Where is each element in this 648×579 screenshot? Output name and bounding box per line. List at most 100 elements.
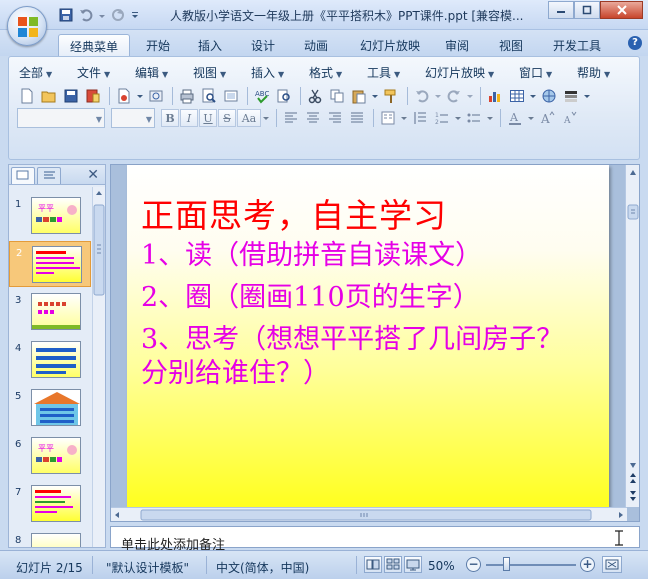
grayscale-icon[interactable] <box>561 86 581 106</box>
notes-pane[interactable]: 单击此处添加备注 <box>110 526 640 553</box>
slide-canvas[interactable]: 正面思考，自主学习 1、读（借助拼音自读课文） 2、圈（圈画110页的生字） 3… <box>127 165 609 507</box>
close-pane-icon[interactable]: ✕ <box>87 167 99 183</box>
menu-window[interactable]: 窗口 ▼ <box>519 64 552 81</box>
slide-body-line-4[interactable]: 分别给谁住？） <box>141 351 330 390</box>
slide-show-view-button[interactable] <box>404 556 422 573</box>
slide-vertical-scrollbar[interactable] <box>625 165 639 507</box>
format-painter-icon[interactable] <box>381 86 401 106</box>
shrink-font-icon[interactable]: A <box>559 108 579 128</box>
tab-home[interactable]: 开始 <box>138 34 178 56</box>
chevron-down-icon[interactable] <box>466 86 474 106</box>
slide-body-line-2[interactable]: 2、圈（圈画110页的生字） <box>141 275 480 314</box>
tab-classic-menu[interactable]: 经典菜单 <box>58 34 130 56</box>
print-preview-icon[interactable] <box>199 86 219 106</box>
menu-edit[interactable]: 编辑 ▼ <box>135 64 168 81</box>
zoom-out-button[interactable]: − <box>466 557 481 572</box>
align-left-icon[interactable] <box>281 108 301 128</box>
menu-view[interactable]: 视图 ▼ <box>193 64 226 81</box>
font-size-combo[interactable]: ▼ <box>111 108 155 128</box>
thumbnail-item-1[interactable]: 1 平平 <box>9 193 91 239</box>
shadow-button[interactable]: S <box>218 109 236 127</box>
slides-tab[interactable] <box>11 167 35 184</box>
menu-insert[interactable]: 插入 ▼ <box>251 64 284 81</box>
save-icon[interactable] <box>58 7 74 23</box>
insert-table-icon[interactable] <box>507 86 527 106</box>
thumbnail-item-4[interactable]: 4 <box>9 337 91 383</box>
zoom-in-button[interactable]: + <box>580 557 595 572</box>
menu-all[interactable]: 全部 ▼ <box>19 64 52 81</box>
copy-icon[interactable] <box>327 86 347 106</box>
normal-view-button[interactable] <box>364 556 382 573</box>
chevron-down-icon[interactable] <box>434 86 442 106</box>
redo-icon[interactable] <box>444 86 464 106</box>
undo-icon[interactable] <box>78 7 94 23</box>
tab-view[interactable]: 视图 <box>491 34 531 56</box>
open-folder-icon[interactable] <box>39 86 59 106</box>
italic-button[interactable]: I <box>180 109 198 127</box>
restore-button[interactable] <box>574 1 600 19</box>
slide-view-icon[interactable] <box>221 86 241 106</box>
chevron-down-icon[interactable] <box>136 86 144 106</box>
font-name-combo[interactable]: ▼ <box>17 108 105 128</box>
print-icon[interactable] <box>177 86 197 106</box>
change-case-button[interactable]: Aa <box>237 109 261 127</box>
slide-horizontal-scrollbar[interactable] <box>111 507 627 521</box>
chevron-down-icon[interactable] <box>527 108 535 128</box>
insert-chart-icon[interactable] <box>485 86 505 106</box>
tab-insert[interactable]: 插入 <box>190 34 230 56</box>
thumbnail-item-3[interactable]: 3 <box>9 289 91 335</box>
zoom-slider-track[interactable] <box>486 564 576 566</box>
tab-animations[interactable]: 动画 <box>296 34 336 56</box>
align-right-icon[interactable] <box>325 108 345 128</box>
tab-design[interactable]: 设计 <box>243 34 283 56</box>
thumbnail-item-5[interactable]: 5 <box>9 385 91 431</box>
undo-icon[interactable] <box>412 86 432 106</box>
chevron-down-icon[interactable] <box>529 86 537 106</box>
fit-to-window-button[interactable] <box>602 556 622 573</box>
thumbnail-scrollbar[interactable] <box>92 187 105 547</box>
publish-icon[interactable] <box>146 86 166 106</box>
line-spacing-icon[interactable] <box>410 108 430 128</box>
globe-icon[interactable] <box>539 86 559 106</box>
help-icon[interactable]: ? <box>628 36 642 50</box>
tab-slide-show[interactable]: 幻灯片放映 <box>352 34 428 56</box>
spelling-icon[interactable]: ABC <box>252 86 272 106</box>
menu-format[interactable]: 格式 ▼ <box>309 64 342 81</box>
thumbnail-item-2[interactable]: 2 <box>9 241 91 287</box>
cut-icon[interactable] <box>305 86 325 106</box>
zoom-slider-thumb[interactable] <box>503 557 510 571</box>
undo-dropdown-icon[interactable] <box>98 7 106 23</box>
close-button[interactable] <box>600 1 643 19</box>
justify-icon[interactable] <box>347 108 367 128</box>
permission-icon[interactable] <box>83 86 103 106</box>
email-icon[interactable] <box>114 86 134 106</box>
tab-developer[interactable]: 开发工具 <box>545 34 609 56</box>
menu-tools[interactable]: 工具 ▼ <box>367 64 400 81</box>
tab-review[interactable]: 审阅 <box>437 34 477 56</box>
slide-title[interactable]: 正面思考，自主学习 <box>141 189 447 237</box>
chevron-down-icon[interactable] <box>583 86 591 106</box>
bold-button[interactable]: B <box>161 109 179 127</box>
zoom-percentage[interactable]: 50% <box>428 559 455 573</box>
customize-toolbar-icon[interactable] <box>130 7 140 23</box>
language-indicator[interactable]: 中文(简体，中国) <box>216 559 309 576</box>
menu-help[interactable]: 帮助 ▼ <box>577 64 610 81</box>
new-document-icon[interactable] <box>17 86 37 106</box>
save-icon[interactable] <box>61 86 81 106</box>
numbering-icon[interactable]: 12 <box>432 108 452 128</box>
slide-body-line-1[interactable]: 1、读（借助拼音自读课文） <box>141 233 482 272</box>
outline-tab[interactable] <box>37 167 61 184</box>
thumbnail-item-6[interactable]: 6 平平 <box>9 433 91 479</box>
research-icon[interactable] <box>274 86 294 106</box>
chevron-down-icon[interactable] <box>262 108 270 128</box>
menu-file[interactable]: 文件 ▼ <box>77 64 110 81</box>
columns-icon[interactable] <box>378 108 398 128</box>
chevron-down-icon[interactable] <box>400 108 408 128</box>
thumbnail-item-7[interactable]: 7 <box>9 481 91 527</box>
chevron-down-icon[interactable] <box>371 86 379 106</box>
menu-slide-show[interactable]: 幻灯片放映 ▼ <box>425 64 494 81</box>
minimize-button[interactable] <box>548 1 574 19</box>
align-center-icon[interactable] <box>303 108 323 128</box>
font-color-icon[interactable]: A <box>505 108 525 128</box>
underline-button[interactable]: U <box>199 109 217 127</box>
